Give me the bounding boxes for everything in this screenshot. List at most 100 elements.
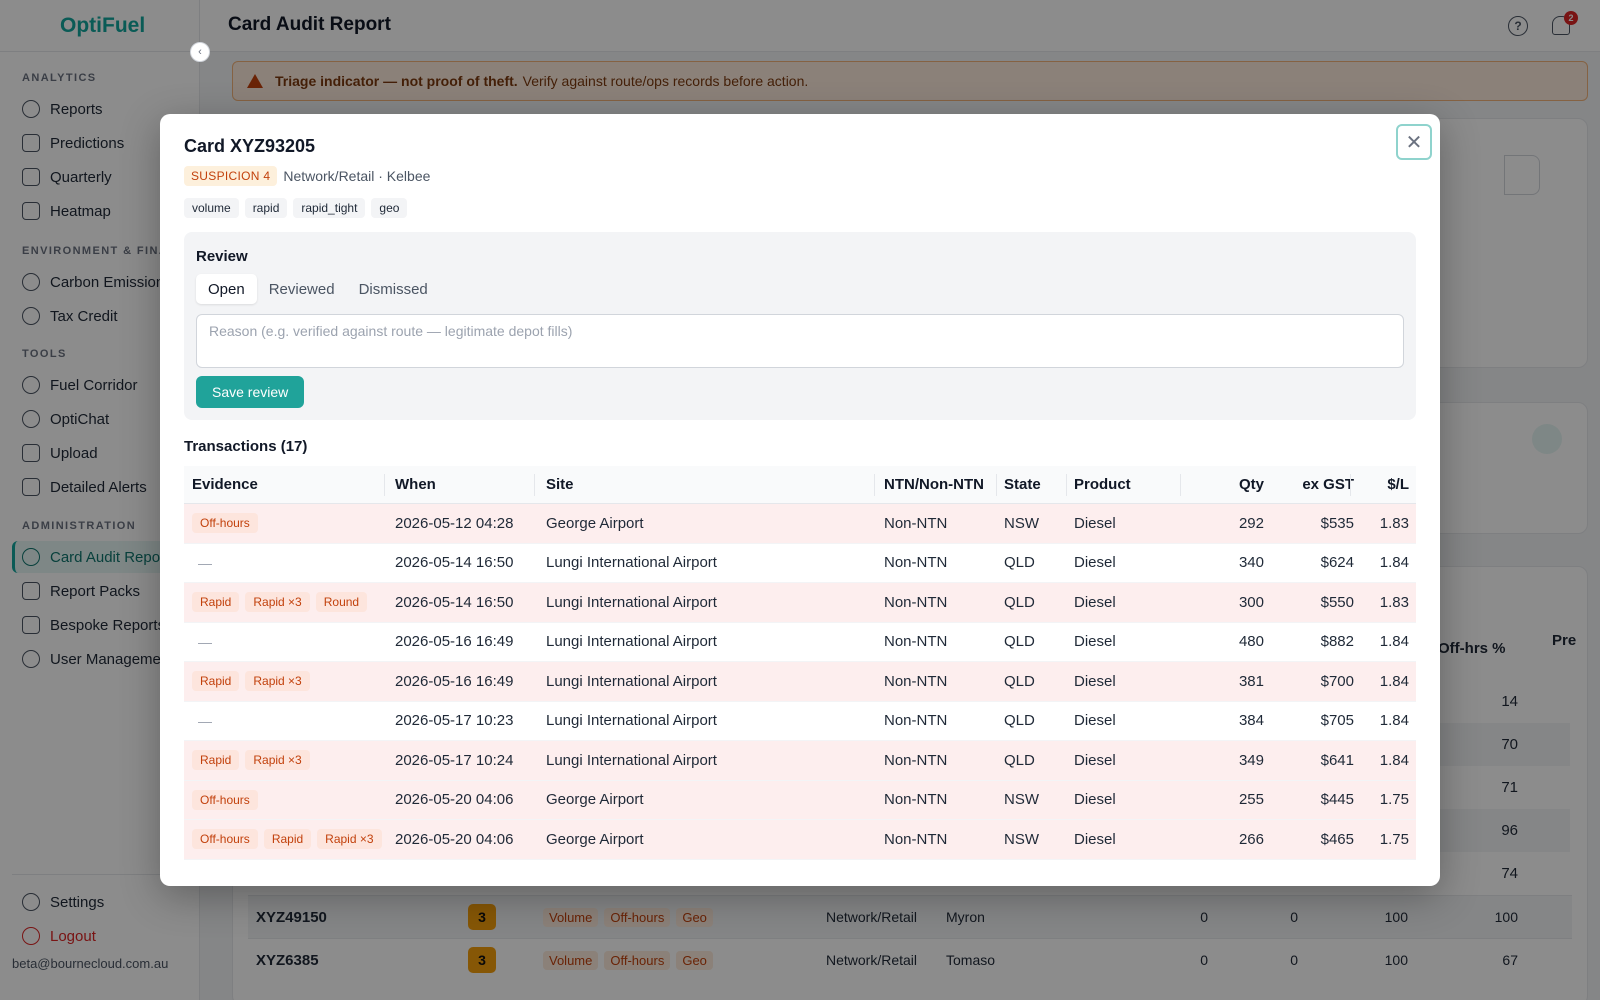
ntn-cell: Non-NTN — [884, 593, 948, 611]
product-cell: Diesel — [1074, 514, 1116, 532]
qty-cell: 381 — [1238, 672, 1264, 690]
evidence-cell: — — [192, 713, 212, 729]
modal-title: Card XYZ93205 — [184, 136, 316, 156]
product-cell: Diesel — [1074, 593, 1116, 611]
price-per-litre-cell: 1.84 — [1379, 751, 1409, 769]
ex-gst-cell: $700 — [1320, 672, 1354, 690]
table-header: Evidence When Site NTN/Non-NTN State Pro… — [184, 466, 1416, 504]
qty-cell: 349 — [1238, 751, 1264, 769]
state-cell: QLD — [1004, 554, 1035, 572]
qty-cell: 292 — [1238, 514, 1264, 532]
evidence-chip: Off-hours — [192, 513, 258, 534]
when-cell: 2026-05-16 16:49 — [395, 633, 514, 651]
price-per-litre-cell: 1.83 — [1379, 514, 1409, 532]
transaction-row[interactable]: Off-hours 2026-05-12 04:28 George Airport N… — [184, 504, 1416, 544]
column-header-when[interactable]: When — [395, 476, 436, 493]
price-per-litre-cell: 1.75 — [1379, 791, 1409, 809]
transaction-row[interactable]: — 2026-05-14 16:50 Lungi International Air… — [184, 544, 1416, 583]
save-review-button[interactable]: Save review — [196, 376, 305, 408]
review-panel: Review Open Reviewed Dismissed Save revi… — [184, 232, 1416, 420]
ntn-cell: Non-NTN — [884, 672, 948, 690]
card-meta: SUSPICION 4 Network/Retail · Kelbee — [184, 166, 430, 186]
ntn-cell: Non-NTN — [884, 751, 948, 769]
transaction-row[interactable]: Rapid Rapid ×3 2026-05-17 10:24 Lungi Inter… — [184, 741, 1416, 781]
evidence-chip: Off-hours — [192, 829, 258, 850]
ex-gst-cell: $550 — [1320, 593, 1354, 611]
column-divider — [1066, 474, 1067, 496]
transactions-table: Evidence When Site NTN/Non-NTN State Pro… — [184, 466, 1416, 860]
flag-chip: rapid_tight — [293, 198, 366, 218]
tab-open[interactable]: Open — [196, 274, 257, 304]
column-header-product[interactable]: Product — [1074, 476, 1131, 493]
evidence-chip: Rapid ×3 — [245, 592, 310, 613]
column-header-site[interactable]: Site — [546, 476, 574, 493]
column-header-evidence[interactable]: Evidence — [192, 476, 258, 493]
suspicion-badge: SUSPICION 4 — [184, 166, 278, 186]
tab-reviewed[interactable]: Reviewed — [257, 274, 347, 304]
review-reason-input[interactable] — [196, 314, 1404, 368]
close-button[interactable]: ✕ — [1396, 124, 1432, 160]
when-cell: 2026-05-20 04:06 — [395, 830, 514, 848]
when-cell: 2026-05-14 16:50 — [395, 554, 514, 572]
ntn-cell: Non-NTN — [884, 830, 948, 848]
ntn-cell: Non-NTN — [884, 514, 948, 532]
column-header-qty[interactable]: Qty — [1184, 476, 1264, 493]
column-header-ex-gst[interactable]: ex GST — [1274, 476, 1354, 493]
transaction-row[interactable]: Off-hours Rapid Rapid ×3 2026-05-20 04:06 Ge… — [184, 820, 1416, 860]
evidence-chip: Rapid ×3 — [317, 829, 382, 850]
qty-cell: 300 — [1238, 593, 1264, 611]
ntn-cell: Non-NTN — [884, 633, 948, 651]
product-cell: Diesel — [1074, 791, 1116, 809]
flag-chip: geo — [371, 198, 408, 218]
ex-gst-cell: $641 — [1320, 751, 1354, 769]
transaction-row[interactable]: Off-hours 2026-05-20 04:06 George Airport N… — [184, 780, 1416, 820]
site-cell: Lungi International Airport — [546, 712, 717, 730]
transaction-row[interactable]: — 2026-05-17 10:23 Lungi International Air… — [184, 702, 1416, 741]
state-cell: NSW — [1004, 830, 1039, 848]
state-cell: QLD — [1004, 712, 1035, 730]
price-per-litre-cell: 1.84 — [1379, 672, 1409, 690]
column-divider — [874, 474, 875, 496]
column-header-price-per-litre[interactable]: $/L — [1354, 476, 1409, 493]
site-cell: Lungi International Airport — [546, 751, 717, 769]
price-per-litre-cell: 1.75 — [1379, 830, 1409, 848]
site-cell: Lungi International Airport — [546, 672, 717, 690]
ex-gst-cell: $882 — [1320, 633, 1354, 651]
ntn-cell: Non-NTN — [884, 554, 948, 572]
price-per-litre-cell: 1.84 — [1379, 554, 1409, 572]
transaction-row[interactable]: Rapid Rapid ×3 Round 2026-05-14 16:50 Lungi … — [184, 583, 1416, 623]
evidence-chip: Rapid — [263, 829, 312, 850]
ex-gst-cell: $705 — [1320, 712, 1354, 730]
evidence-cell: Rapid Rapid ×3 Round — [192, 592, 368, 613]
product-cell: Diesel — [1074, 751, 1116, 769]
column-header-state[interactable]: State — [1004, 476, 1041, 493]
transaction-row[interactable]: Rapid Rapid ×3 2026-05-16 16:49 Lungi Inter… — [184, 662, 1416, 702]
flag-chip: rapid — [244, 198, 288, 218]
flag-chip: volume — [184, 198, 239, 218]
evidence-cell: Off-hours — [192, 789, 258, 810]
state-cell: NSW — [1004, 791, 1039, 809]
when-cell: 2026-05-16 16:49 — [395, 672, 514, 690]
evidence-cell: — — [192, 634, 212, 650]
ntn-cell: Non-NTN — [884, 791, 948, 809]
qty-cell: 480 — [1238, 633, 1264, 651]
transaction-row[interactable]: — 2026-05-16 16:49 Lungi International Air… — [184, 623, 1416, 662]
product-cell: Diesel — [1074, 712, 1116, 730]
ex-gst-cell: $445 — [1320, 791, 1354, 809]
evidence-cell: Off-hours — [192, 513, 258, 534]
product-cell: Diesel — [1074, 830, 1116, 848]
column-divider — [384, 474, 385, 496]
evidence-cell: — — [192, 555, 212, 571]
evidence-chip: Rapid — [192, 592, 240, 613]
state-cell: QLD — [1004, 633, 1035, 651]
sidebar-collapse-button[interactable]: ‹ — [190, 42, 210, 62]
column-header-ntn[interactable]: NTN/Non-NTN — [884, 476, 984, 493]
evidence-chip: Rapid ×3 — [245, 750, 310, 771]
site-cell: George Airport — [546, 791, 644, 809]
evidence-chip: Rapid ×3 — [245, 671, 310, 692]
tab-dismissed[interactable]: Dismissed — [347, 274, 440, 304]
evidence-chip: Off-hours — [192, 789, 258, 810]
qty-cell: 340 — [1238, 554, 1264, 572]
ex-gst-cell: $624 — [1320, 554, 1354, 572]
column-divider — [1180, 474, 1181, 496]
